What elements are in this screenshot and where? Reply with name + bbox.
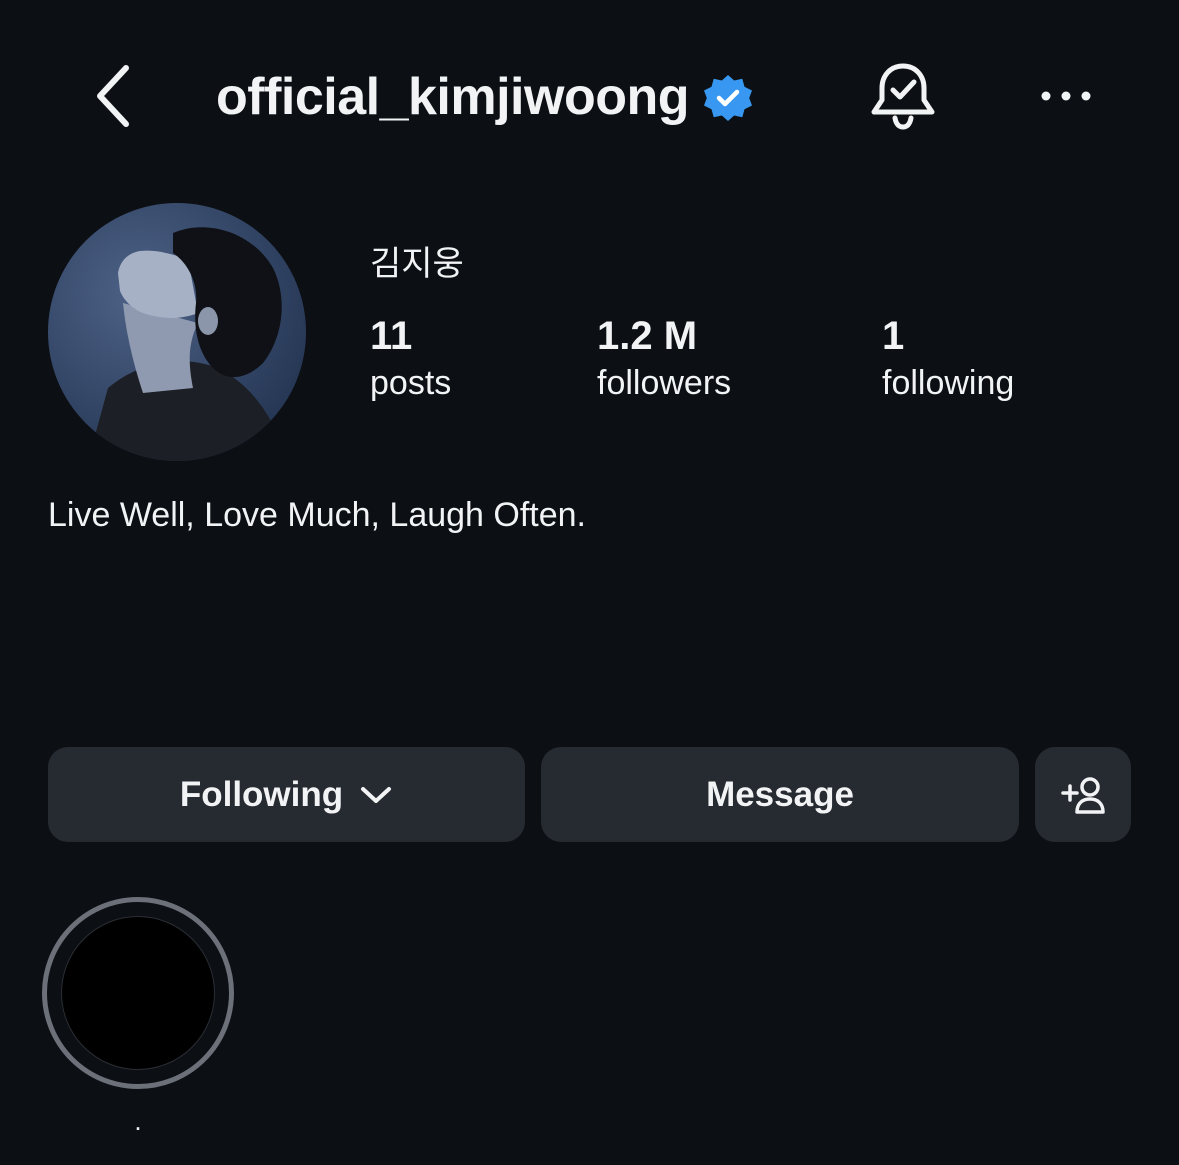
username: official_kimjiwoong (216, 68, 690, 126)
avatar[interactable] (48, 203, 306, 461)
bell-check-icon[interactable] (868, 60, 938, 132)
following-label: following (882, 364, 1015, 402)
posts-stat[interactable]: 11 posts (370, 312, 451, 406)
story-highlight[interactable] (42, 897, 234, 1089)
following-button[interactable]: Following (48, 747, 525, 842)
posts-count: 11 (370, 314, 413, 358)
followers-stat[interactable]: 1.2 M followers (597, 312, 731, 406)
story-highlight-label: . (134, 1106, 142, 1136)
story-highlight-cover (61, 916, 215, 1070)
followers-label: followers (597, 364, 732, 402)
posts-label: posts (370, 364, 452, 402)
verified-badge-icon (704, 75, 752, 121)
add-person-icon (1061, 776, 1105, 814)
message-button[interactable]: Message (541, 747, 1019, 842)
suggest-people-button[interactable] (1035, 747, 1131, 842)
bio: Live Well, Love Much, Laugh Often. (48, 496, 587, 534)
chevron-down-icon (361, 786, 392, 803)
message-button-label: Message (706, 774, 854, 814)
following-stat[interactable]: 1 following (882, 312, 1014, 406)
username-header: official_kimjiwoong (216, 62, 753, 132)
back-icon[interactable] (88, 62, 140, 130)
display-name: 김지웅 (370, 244, 464, 284)
following-count: 1 (882, 314, 905, 358)
followers-count: 1.2 M (597, 314, 698, 358)
following-button-label: Following (179, 774, 344, 814)
more-icon[interactable] (1038, 84, 1094, 108)
